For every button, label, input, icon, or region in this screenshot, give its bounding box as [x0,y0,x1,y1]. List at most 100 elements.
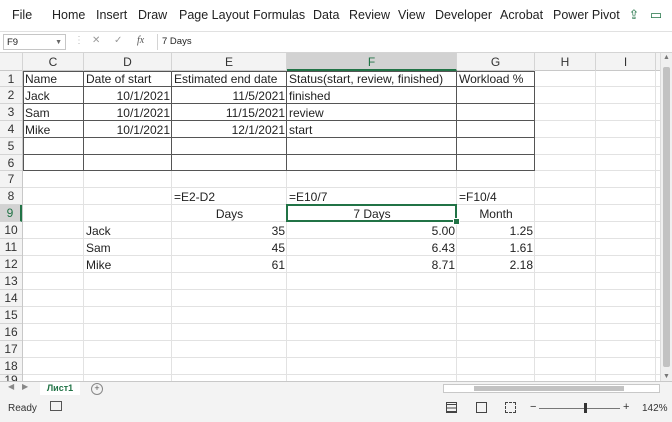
zoom-slider-thumb[interactable] [584,403,587,413]
cell-f10[interactable]: 5.00 [287,222,457,239]
cell-e12[interactable]: 61 [172,256,287,273]
row-header-6[interactable]: 6 [0,155,22,171]
comment-icon[interactable]: ▭ [646,5,666,25]
cell-g9[interactable]: Month [457,205,535,222]
cell-e9[interactable]: Days [172,205,287,222]
cell-g12[interactable]: 2.18 [457,256,535,273]
row-header-8[interactable]: 8 [0,188,22,205]
cell-f4[interactable]: start [287,121,457,138]
row-header-5[interactable]: 5 [0,138,22,155]
zoom-level[interactable]: 142% [642,403,668,414]
menu-home[interactable]: Home [52,8,85,22]
cell-d12[interactable]: Mike [84,256,172,273]
cell-d4[interactable]: 10/1/2021 [84,121,172,138]
cell-d3[interactable]: 10/1/2021 [84,104,172,121]
formula-input[interactable]: 7 Days [157,34,662,50]
row-header-11[interactable]: 11 [0,239,22,256]
cell-f12[interactable]: 8.71 [287,256,457,273]
cell-c2[interactable]: Jack [23,87,84,104]
enter-icon[interactable]: ✓ [114,35,122,46]
horizontal-scrollbar[interactable] [443,384,660,393]
menu-developer[interactable]: Developer [435,8,492,22]
row-header-9[interactable]: 9 [0,205,22,222]
cell-d10[interactable]: Jack [84,222,172,239]
cell-e10[interactable]: 35 [172,222,287,239]
row-header-7[interactable]: 7 [0,171,22,188]
cell-d11[interactable]: Sam [84,239,172,256]
cell-f3[interactable]: review [287,104,457,121]
row-header-10[interactable]: 10 [0,222,22,239]
menu-acrobat[interactable]: Acrobat [500,8,543,22]
menu-insert[interactable]: Insert [96,8,127,22]
menu-data[interactable]: Data [313,8,339,22]
prev-sheet-icon[interactable]: ◀ [8,382,14,391]
row-header-13[interactable]: 13 [0,273,22,290]
row-header-17[interactable]: 17 [0,341,22,358]
zoom-slider[interactable] [539,408,620,409]
cell-e2[interactable]: 11/5/2021 [172,87,287,104]
accessibility-icon[interactable] [50,401,62,411]
share-icon[interactable]: ⇪ [624,5,644,25]
menu-file[interactable]: File [12,8,32,22]
row-header-3[interactable]: 3 [0,104,22,121]
name-box[interactable]: F9 ▼ [3,34,66,50]
column-header-d[interactable]: D [84,53,172,71]
cell-c4[interactable]: Mike [23,121,84,138]
menu-power-pivot[interactable]: Power Pivot [553,8,620,22]
cell-e3[interactable]: 11/15/2021 [172,104,287,121]
row-header-14[interactable]: 14 [0,290,22,307]
cell-f2[interactable]: finished [287,87,457,104]
cancel-icon[interactable]: ✕ [92,35,100,46]
row-header-16[interactable]: 16 [0,324,22,341]
menu-view[interactable]: View [398,8,425,22]
menu-review[interactable]: Review [349,8,390,22]
cell-f11[interactable]: 6.43 [287,239,457,256]
column-header-f[interactable]: F [287,53,457,71]
cell-c3[interactable]: Sam [23,104,84,121]
cell-f1[interactable]: Status(start, review, finished) [287,71,459,87]
column-header-i[interactable]: I [596,53,656,71]
select-all-corner[interactable] [0,53,23,71]
row-header-1[interactable]: 1 [0,71,22,87]
scroll-up-icon[interactable]: ▲ [663,54,670,61]
row-header-15[interactable]: 15 [0,307,22,324]
chevron-down-icon[interactable]: ▼ [55,35,62,51]
page-break-view-icon[interactable] [505,402,516,413]
row-header-4[interactable]: 4 [0,121,22,138]
row-header-12[interactable]: 12 [0,256,22,273]
cell-d2[interactable]: 10/1/2021 [84,87,172,104]
horizontal-scroll-thumb[interactable] [474,386,624,391]
cell-d1[interactable]: Date of start [84,71,172,87]
cell-e8[interactable]: =E2-D2 [172,188,287,205]
zoom-out-icon[interactable]: − [530,401,536,413]
add-sheet-icon[interactable]: + [91,383,103,395]
column-header-e[interactable]: E [172,53,287,71]
cell-g10[interactable]: 1.25 [457,222,535,239]
column-header-h[interactable]: H [535,53,596,71]
menu-page-layout[interactable]: Page Layout [179,8,249,22]
name-box-value: F9 [7,37,19,48]
cell-g1[interactable]: Workload % [457,71,535,87]
cell-g11[interactable]: 1.61 [457,239,535,256]
next-sheet-icon[interactable]: ▶ [22,382,28,391]
vertical-scrollbar[interactable]: ▲ ▼ [660,53,672,381]
zoom-in-icon[interactable]: + [623,401,629,413]
menu-draw[interactable]: Draw [138,8,167,22]
column-header-g[interactable]: G [457,53,535,71]
page-layout-view-icon[interactable] [476,402,487,413]
normal-view-icon[interactable] [446,402,457,413]
cell-c1[interactable]: Name [23,71,84,87]
cell-g8[interactable]: =F10/4 [457,188,535,205]
scroll-down-icon[interactable]: ▼ [663,373,670,380]
fill-handle[interactable] [453,218,460,225]
cell-e11[interactable]: 45 [172,239,287,256]
cell-grid[interactable]: Name Date of start Estimated end date Statu… [23,71,660,381]
cell-f8[interactable]: =E10/7 [287,188,457,205]
cell-e1[interactable]: Estimated end date [172,71,287,87]
menu-formulas[interactable]: Formulas [253,8,305,22]
vertical-scroll-thumb[interactable] [663,67,670,367]
row-header-2[interactable]: 2 [0,87,22,104]
insert-function-icon[interactable]: fx [137,35,144,46]
column-header-c[interactable]: C [23,53,84,71]
cell-e4[interactable]: 12/1/2021 [172,121,287,138]
